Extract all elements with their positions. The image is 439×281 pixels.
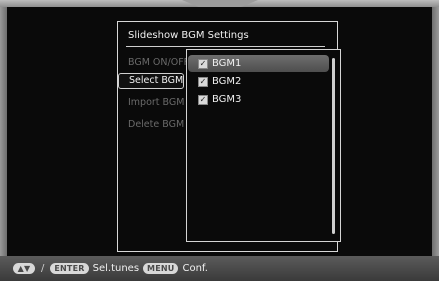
- enter-key-icon: ENTER: [50, 263, 89, 274]
- menu-item-select-bgm[interactable]: Select BGM: [118, 73, 184, 89]
- list-item-label: BGM1: [212, 58, 242, 69]
- checkbox-checked-icon[interactable]: ✓: [198, 95, 208, 105]
- menu-item-delete-bgm[interactable]: Delete BGM: [128, 119, 186, 130]
- device-frame-right: [432, 7, 439, 256]
- enter-hint-text: Sel.tunes: [92, 263, 140, 274]
- list-scrollbar[interactable]: [332, 58, 335, 234]
- menu-key-icon: MENU: [143, 263, 179, 274]
- checkbox-checked-icon[interactable]: ✓: [198, 59, 208, 69]
- dialog-title: Slideshow BGM Settings: [128, 30, 249, 41]
- up-down-arrows-icon: ▲▼: [13, 263, 35, 274]
- hint-separator: /: [41, 263, 45, 274]
- bgm-list-panel: ✓ BGM1 ✓ BGM2 ✓ BGM3: [186, 49, 341, 242]
- checkbox-checked-icon[interactable]: ✓: [198, 77, 208, 87]
- menu-item-bgm-on-off[interactable]: BGM ON/OFF: [128, 57, 186, 68]
- device-frame-left: [0, 7, 7, 256]
- list-item-bgm2[interactable]: ✓ BGM2: [188, 73, 329, 90]
- bottom-hint-bar: ▲▼ / ENTER Sel.tunes MENU Conf.: [0, 256, 439, 281]
- list-item-label: BGM2: [212, 76, 242, 87]
- list-item-bgm3[interactable]: ✓ BGM3: [188, 91, 329, 108]
- list-item-label: BGM3: [212, 94, 242, 105]
- menu-item-import-bgm[interactable]: Import BGM: [128, 97, 186, 108]
- title-divider: [126, 46, 325, 47]
- list-item-bgm1[interactable]: ✓ BGM1: [188, 55, 329, 72]
- menu-hint-text: Conf.: [182, 263, 208, 274]
